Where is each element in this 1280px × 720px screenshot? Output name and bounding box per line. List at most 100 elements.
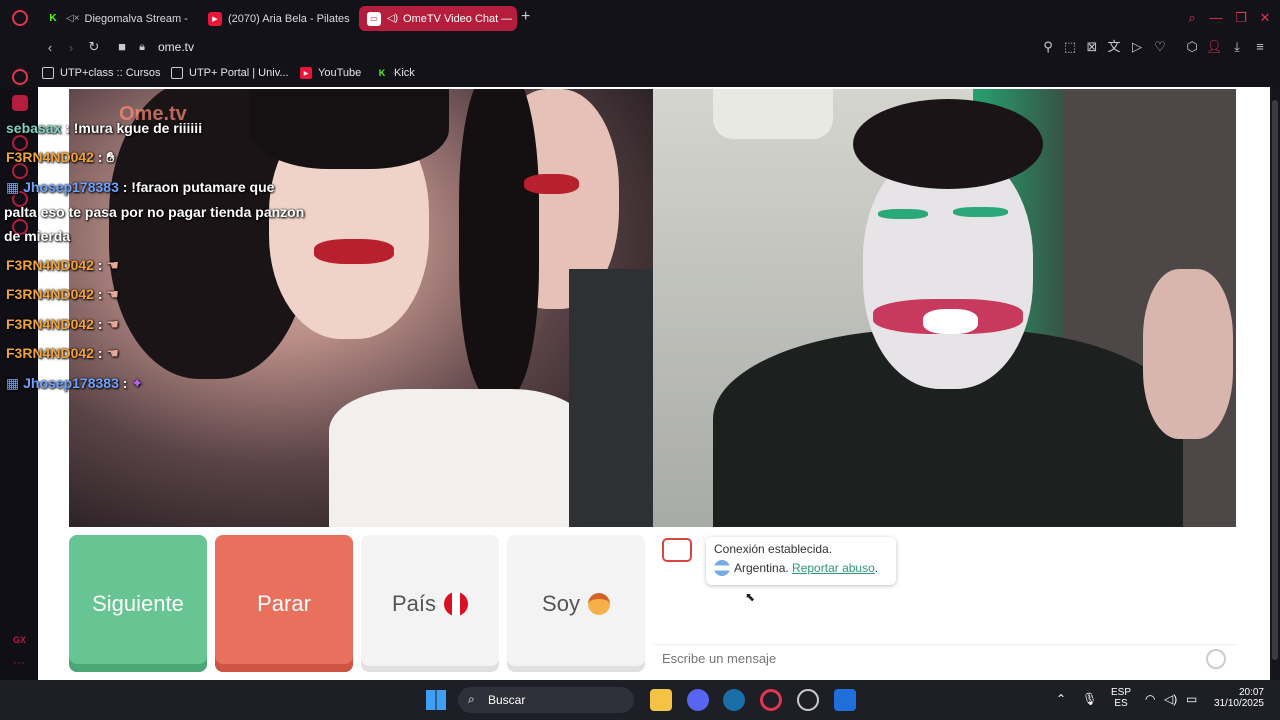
search-label: Buscar [488,693,526,707]
emote-icon: ☚ [106,316,119,332]
tab-diegomalva[interactable]: K ◁× Diegomalva Stream - [38,6,190,31]
boy-emoji-icon [587,592,610,615]
tab-aria-bela[interactable]: ▶ (2070) Aria Bela - Pilates [200,6,350,31]
new-tab-button[interactable]: + [521,9,530,25]
chatgpt-icon[interactable] [12,69,28,85]
stop-button-label: Parar [257,590,311,616]
ometv-icon: ▭ [367,11,381,26]
gx-icon[interactable]: GX [13,635,26,645]
emote-icon: ✋︎ [106,149,115,165]
overlay-chat-line: F3RN4ND042 : ☚ [6,345,119,361]
badge-icon: ▦ [6,179,20,195]
overlay-chat-line: sebasax : !mura kgue de riiiiii [6,120,203,136]
tab-label: OmeTV Video Chat — [403,12,513,25]
tab-label: Diegomalva Stream - [84,12,188,25]
country-button[interactable]: País [361,535,499,672]
kick-icon: K [46,11,60,26]
address-bar: ‹ › ↻ ■ 🔒︎ ome.tv ⚲ ⬚ ⊠ 文 ▷ ♡ ⬡ 👤︎ ⤓ ≡ [0,36,1280,62]
language-indicator[interactable]: ESP ES [1110,687,1132,709]
overlay-chat-line: F3RN4ND042 : ✋︎ [6,149,115,165]
pin-icon[interactable]: ⚲ [1040,40,1056,54]
next-button[interactable]: Siguiente [69,535,207,672]
overlay-chat-line: palta eso te pasa por no pagar tienda pa… [4,204,305,220]
opera-menu-icon[interactable] [12,10,28,26]
tab-ometv[interactable]: ▭ ◁) OmeTV Video Chat — [359,6,517,31]
emoji-picker-icon[interactable] [1206,649,1226,669]
translate-icon[interactable]: 文 [1106,40,1122,54]
speaker-icon[interactable]: ◁) [387,13,398,24]
lang-bottom: ES [1114,698,1128,709]
url-field[interactable]: ome.tv [158,40,194,54]
discord-icon[interactable] [12,95,28,111]
muted-speaker-icon[interactable]: ◁× [66,13,80,24]
scrollbar-thumb[interactable] [1272,100,1278,660]
gender-button[interactable]: Soy [507,535,645,672]
bookmark-label: UTP+class :: Cursos [60,67,161,79]
bookmarks-bar: UTP+class :: Cursos UTP+ Portal | Univ..… [0,62,1280,87]
file-explorer-icon[interactable] [650,689,672,711]
forward-icon[interactable]: › [63,41,79,55]
stop-button[interactable]: Parar [215,535,353,672]
overlay-chat-line: ▦ Jhosep178383 : !faraon putamare que [6,179,275,195]
taskbar-search[interactable]: ⌕ Buscar [458,687,634,713]
app-icon[interactable] [797,689,819,711]
microphone-icon[interactable]: 🎙︎ [1082,692,1097,706]
profile-icon[interactable]: 👤︎ [1206,40,1223,54]
overlay-chat-line: ▦ Jhosep178383 : ✦ [6,375,144,391]
message-input[interactable] [662,651,1162,666]
lock-icon: 🔒︎ [139,41,145,53]
download-icon[interactable]: ⤓ [1229,40,1245,54]
tab-label: (2070) Aria Bela - Pilates [228,12,350,25]
wifi-icon[interactable]: ◠ [1145,692,1155,706]
mouse-cursor-icon: ⬉ [745,590,756,604]
reload-icon[interactable]: ↻ [86,40,102,54]
code-editor-icon[interactable] [834,689,856,711]
report-abuse-link[interactable]: Reportar abuso [792,561,875,575]
clock[interactable]: 20:07 31/10/2025 [1208,687,1264,709]
partner-country: Argentina. [734,561,789,575]
bookmark-kick[interactable]: K Kick [376,67,415,79]
message-input-container [653,644,1236,672]
bookmark-utp-portal[interactable]: UTP+ Portal | Univ... [171,67,289,79]
windows-start-icon[interactable] [426,690,446,710]
adblock-icon[interactable]: ⊠ [1084,40,1100,54]
snapshot-icon[interactable]: ⬚ [1062,40,1078,54]
restore-icon[interactable]: ❐ [1233,11,1249,25]
minimize-icon[interactable]: — [1208,11,1224,25]
heart-icon[interactable]: ♡ [1152,40,1168,54]
close-icon[interactable]: ✕ [1257,11,1273,25]
self-video [653,89,1236,527]
discord-icon[interactable] [687,689,709,711]
extensions-icon[interactable]: ⬡ [1184,40,1200,54]
bookmark-youtube[interactable]: ▶ YouTube [300,67,361,79]
bookmark-label: YouTube [318,67,362,79]
partner-video: Ome.tv [69,89,653,527]
bookmark-utp-class[interactable]: UTP+class :: Cursos [42,67,161,79]
overlay-chat-line: F3RN4ND042 : ☚ [6,316,119,332]
search-icon[interactable]: ⌕ [1184,11,1200,25]
volume-icon[interactable]: ◁) [1164,692,1177,706]
menu-icon[interactable]: ≡ [1252,40,1268,54]
battery-icon[interactable]: ▭ [1186,692,1197,706]
player-icon[interactable]: ▷ [1129,40,1145,54]
badge-icon: ▦ [6,375,20,391]
camera-icon[interactable]: ■ [114,40,130,54]
gender-button-label: Soy [542,590,580,616]
chevron-up-icon[interactable]: ⌃ [1056,692,1066,706]
emote-icon: ☚ [106,257,119,273]
country-button-label: País [391,590,437,616]
steam-icon[interactable] [723,689,745,711]
more-icon[interactable]: ··· [13,655,25,669]
connection-status: Conexión establecida. [714,542,833,556]
clock-time: 20:07 [1238,687,1264,698]
clock-date: 31/10/2025 [1213,698,1264,709]
overlay-chat-line: F3RN4ND042 : ☚ [6,286,119,302]
overlay-chat-line: de mierda [4,228,71,244]
back-icon[interactable]: ‹ [42,41,58,55]
emote-icon: ☚ [106,345,119,361]
tab-bar: K ◁× Diegomalva Stream - ▶ (2070) Aria B… [0,0,1280,36]
system-message: Conexión establecida. Argentina. Reporta… [706,537,896,585]
opera-gx-icon[interactable] [760,689,782,711]
peru-flag-icon [444,591,469,616]
bookmark-label: Kick [394,67,415,79]
